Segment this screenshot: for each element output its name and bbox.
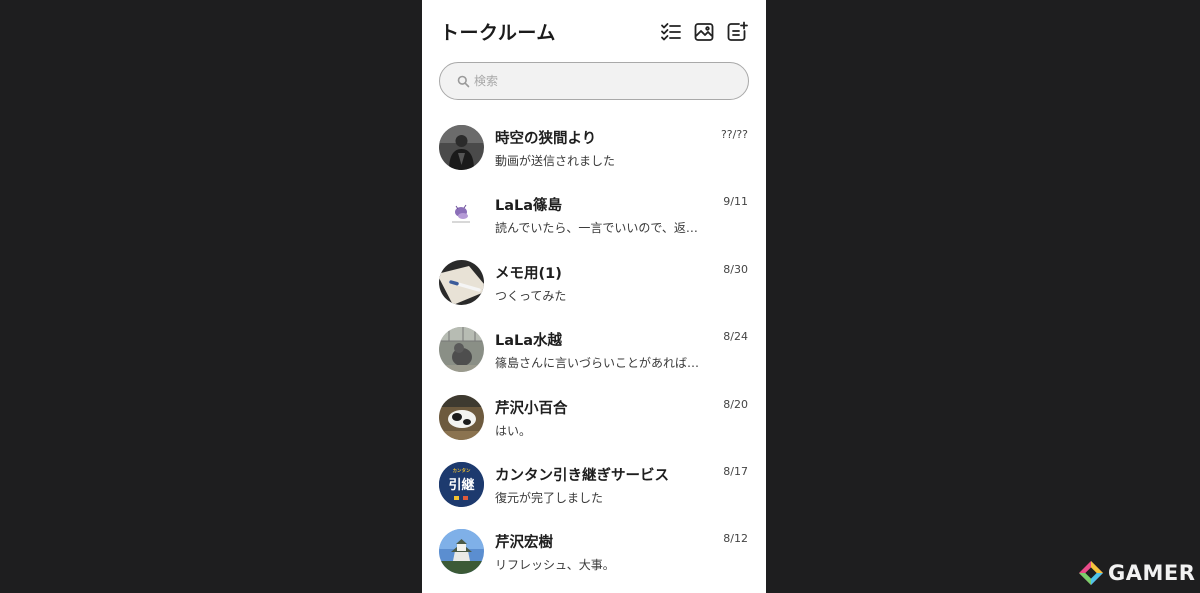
chat-date: 8/20 [723,397,748,411]
chat-name: LaLa篠島 [495,198,563,215]
chat-name: 芹沢小百合 [495,400,568,417]
chat-list-screen: トークルーム 検索 時空の狭間より 動画が送信されました ??/?? LaLa篠… [422,0,766,593]
chat-row[interactable]: 芹沢小百合 はい。 8/20 [422,383,766,450]
chat-list: 時空の狭間より 動画が送信されました ??/?? LaLa篠島 読んでいたら、一… [422,113,766,585]
chat-row[interactable]: カンタン 引継 カンタン引き継ぎサービス 復元が完了しました 8/17 [422,450,766,517]
new-chat-icon[interactable] [725,20,749,44]
gamer-watermark: GAMER [1078,558,1195,588]
chat-date: ??/?? [720,128,748,141]
page-title: トークルーム [440,22,556,44]
chat-preview: 読んでいたら、一言でいいので、返… [495,221,698,236]
image-icon[interactable] [692,20,716,44]
checklist-icon[interactable] [659,20,683,44]
chat-date: 9/11 [723,195,748,209]
chat-row[interactable]: 芹沢宏樹 リフレッシュ、大事。 8/12 [422,517,766,584]
chat-name: 芹沢宏樹 [495,535,553,552]
chat-preview: 動画が送信されました [495,154,616,168]
avatar: カンタン 引継 [439,461,484,507]
chat-row[interactable]: LaLa篠島 読んでいたら、一言でいいので、返… 9/11 [422,180,766,247]
chat-name: 時空の狭間より [495,131,597,147]
chat-name: LaLa水越 [495,333,563,350]
chat-name: カンタン引き継ぎサービス [495,467,669,484]
chat-preview: はい。 [495,423,532,438]
chat-preview: 篠島さんに言いづらいことがあれば… [495,356,700,371]
chat-preview: リフレッシュ、大事。 [495,558,615,573]
watermark-text: GAMER [1108,561,1196,585]
avatar [439,259,484,305]
avatar [439,394,484,440]
search-input[interactable] [472,73,736,89]
chat-date: 8/30 [723,262,748,276]
avatar [439,529,484,575]
chat-row[interactable]: 時空の狭間より 動画が送信されました ??/?? [422,113,766,180]
gamer-logo-icon [1079,561,1103,585]
chat-date: 8/12 [723,532,748,546]
chat-name: メモ用(1) [495,265,562,282]
chat-row[interactable]: メモ用(1) つくってみた 8/30 [422,248,766,315]
avatar [439,327,484,373]
chat-date: 8/24 [723,330,748,344]
avatar [439,192,484,238]
avatar [439,125,484,170]
search-bar[interactable] [439,62,749,100]
handover-logo-main: 引継 [448,477,475,493]
search-icon [457,75,470,88]
header: トークルーム [422,0,766,62]
chat-date: 8/17 [723,464,748,478]
chat-preview: つくってみた [495,288,567,303]
chat-preview: 復元が完了しました [495,490,604,505]
chat-row[interactable]: LaLa水越 篠島さんに言いづらいことがあれば… 8/24 [422,315,766,382]
